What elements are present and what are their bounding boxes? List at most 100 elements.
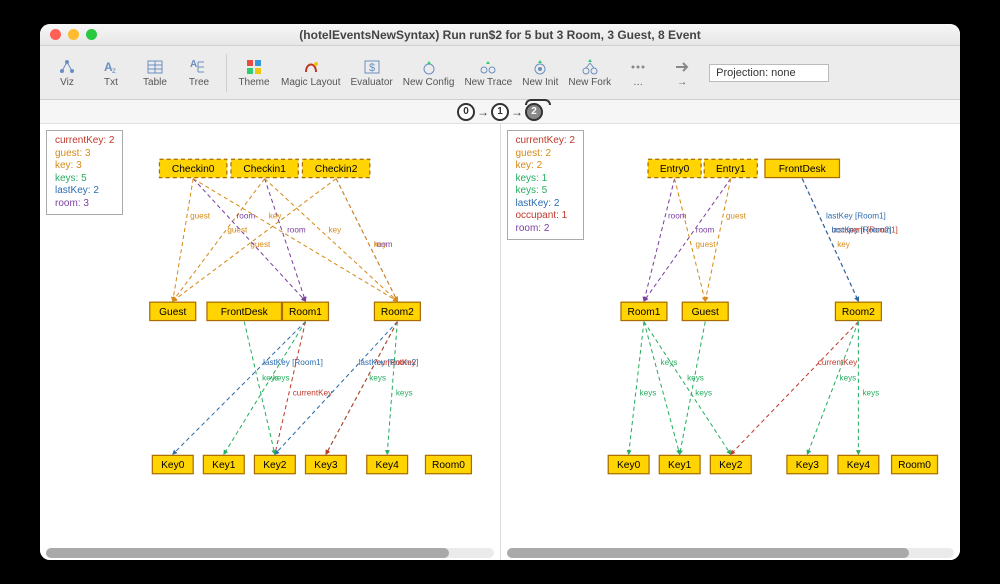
node-label-Key2: Key2 [719, 460, 743, 471]
node-label-Entry1: Entry1 [716, 164, 746, 175]
edge-key [193, 179, 397, 302]
minimize-icon[interactable] [68, 29, 79, 40]
toolbar-label: Txt [104, 77, 118, 88]
toolbar-viz-button[interactable]: Viz [46, 49, 88, 97]
edge-lastKey [173, 322, 306, 455]
legend-row-currentKey: currentKey: 2 [516, 135, 575, 148]
node-label-Room0: Room0 [898, 460, 931, 471]
toolbar-label: Tree [189, 77, 209, 88]
window-title: (hotelEventsNewSyntax) Run run$2 for 5 b… [40, 28, 960, 42]
toolbar-new-fork-button[interactable]: New Fork [564, 49, 615, 97]
toolbar-theme-button[interactable]: Theme [233, 49, 275, 97]
graph-pane-right[interactable]: currentKey: 2guest: 2key: 2keys: 1keys: … [501, 124, 961, 560]
edge-label-guest: guest [190, 211, 211, 220]
legend-row-guest: guest: 2 [516, 148, 575, 161]
toolbar-label: Theme [238, 77, 269, 88]
zoom-icon[interactable] [86, 29, 97, 40]
trace-bar: 0→1→2 [40, 100, 960, 124]
toolbar-new-init-button[interactable]: New Init [518, 49, 562, 97]
node-label-Room1: Room1 [289, 307, 322, 318]
fork-icon [580, 57, 600, 77]
txt-icon: Az [101, 57, 121, 77]
edge-label-keys: keys [396, 389, 413, 398]
init-icon [530, 57, 550, 77]
edge-label-keys: keys [695, 389, 712, 398]
toolbar-magic-layout-button[interactable]: Magic Layout [277, 49, 344, 97]
node-label-Guest: Guest [159, 307, 186, 318]
legend-row-room: room: 3 [55, 198, 114, 211]
edge-label-guest: guest [725, 211, 746, 220]
toolbar: VizAzTxtTableATreeThemeMagic Layout$Eval… [40, 46, 960, 100]
edge-label-currentKey: currentKey [293, 389, 333, 398]
graph-pane-left[interactable]: currentKey: 2guest: 3key: 3keys: 5lastKe… [40, 124, 501, 560]
legend-row-keys: keys: 5 [516, 185, 575, 198]
next-icon [672, 57, 692, 77]
trace-step-0[interactable]: 0 [457, 103, 475, 121]
titlebar[interactable]: (hotelEventsNewSyntax) Run run$2 for 5 b… [40, 24, 960, 46]
toolbar-evaluator-button[interactable]: $Evaluator [346, 49, 396, 97]
trace-step-2[interactable]: 2 [525, 103, 543, 121]
scrollbar-h-left[interactable] [46, 548, 494, 558]
edge-label-room: room [287, 226, 306, 235]
node-label-Key1: Key1 [212, 460, 236, 471]
edge-label-keys: keys [839, 373, 856, 382]
theme-icon [244, 57, 264, 77]
toolbar-table-button[interactable]: Table [134, 49, 176, 97]
trace-arrow-icon: → [477, 105, 489, 119]
node-label-Key1: Key1 [668, 460, 692, 471]
edge-label-lastKey: lastKey [Room2] [831, 226, 891, 235]
edge-guest [173, 179, 193, 302]
viz-icon [57, 57, 77, 77]
node-label-Key2: Key2 [263, 460, 287, 471]
legend-row-occupant: occupant: 1 [516, 210, 575, 223]
edge-label-room: room [237, 211, 256, 220]
edge-label-key: key [269, 211, 283, 220]
toolbar-label: New Init [522, 77, 558, 88]
toolbar---button[interactable]: … [617, 49, 659, 97]
projection-select[interactable]: Projection: none [709, 64, 829, 82]
legend-row-keys: keys: 1 [516, 173, 575, 186]
node-label-Key0: Key0 [617, 460, 641, 471]
table-icon [145, 57, 165, 77]
edge-keys [807, 322, 858, 455]
edge-keys [643, 322, 730, 455]
node-label-Key3: Key3 [795, 460, 819, 471]
toolbar-new-config-button[interactable]: New Config [399, 49, 459, 97]
node-label-FrontDesk: FrontDesk [778, 164, 826, 175]
edge-label-guest: guest [695, 240, 716, 249]
trace-arrow-icon: → [511, 105, 523, 119]
node-label-Room0: Room0 [432, 460, 465, 471]
legend-row-currentKey: currentKey: 2 [55, 135, 114, 148]
toolbar-tree-button[interactable]: A Tree [178, 49, 220, 97]
edge-label-keys: keys [262, 373, 279, 382]
node-label-FrontDesk: FrontDesk [221, 307, 269, 318]
toolbar---button[interactable]: → [661, 49, 703, 97]
node-label-Key0: Key0 [161, 460, 185, 471]
node-label-Checkin0: Checkin0 [172, 164, 215, 175]
config-icon [419, 57, 439, 77]
node-label-Key4: Key4 [376, 460, 400, 471]
scrollbar-h-right[interactable] [507, 548, 955, 558]
toolbar-txt-button[interactable]: AzTxt [90, 49, 132, 97]
edge-room [643, 179, 674, 302]
node-label-Checkin2: Checkin2 [315, 164, 358, 175]
toolbar-label: Table [143, 77, 167, 88]
toolbar-label: → [677, 77, 687, 88]
toolbar-new-trace-button[interactable]: New Trace [460, 49, 516, 97]
legend-row-guest: guest: 3 [55, 148, 114, 161]
trace-step-1[interactable]: 1 [491, 103, 509, 121]
edge-room [643, 179, 730, 302]
svg-text:A: A [190, 59, 197, 70]
edge-label-currentKey: currentKey [376, 358, 416, 367]
edge-keys [244, 322, 275, 455]
more-icon [628, 57, 648, 77]
close-icon[interactable] [50, 29, 61, 40]
window-controls [50, 29, 97, 40]
edge-label-keys: keys [639, 389, 656, 398]
node-label-Guest: Guest [691, 307, 718, 318]
toolbar-label: Evaluator [350, 77, 392, 88]
trace-icon [478, 57, 498, 77]
node-label-Entry0: Entry0 [659, 164, 689, 175]
legend-row-lastKey: lastKey: 2 [516, 198, 575, 211]
edge-label-room: room [695, 226, 714, 235]
